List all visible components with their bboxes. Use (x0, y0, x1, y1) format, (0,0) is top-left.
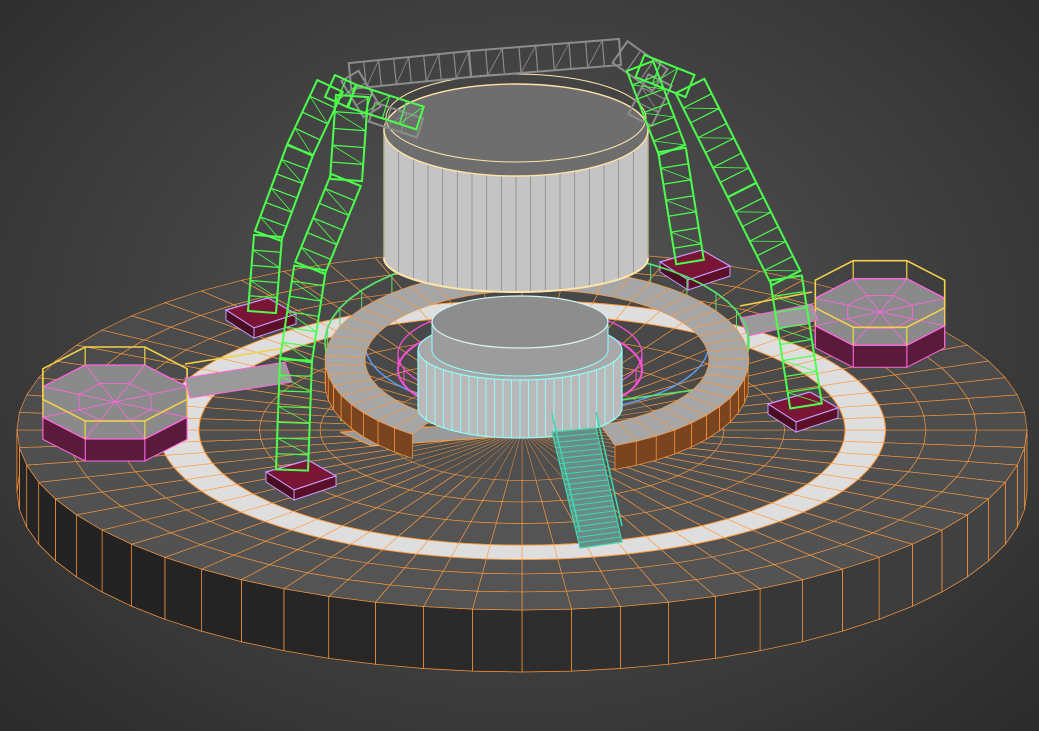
scene-render[interactable] (0, 0, 1039, 731)
3d-viewport[interactable] (0, 0, 1039, 731)
central-cylinder-base[interactable] (417, 295, 623, 439)
octagon-platform-right[interactable] (814, 259, 946, 369)
